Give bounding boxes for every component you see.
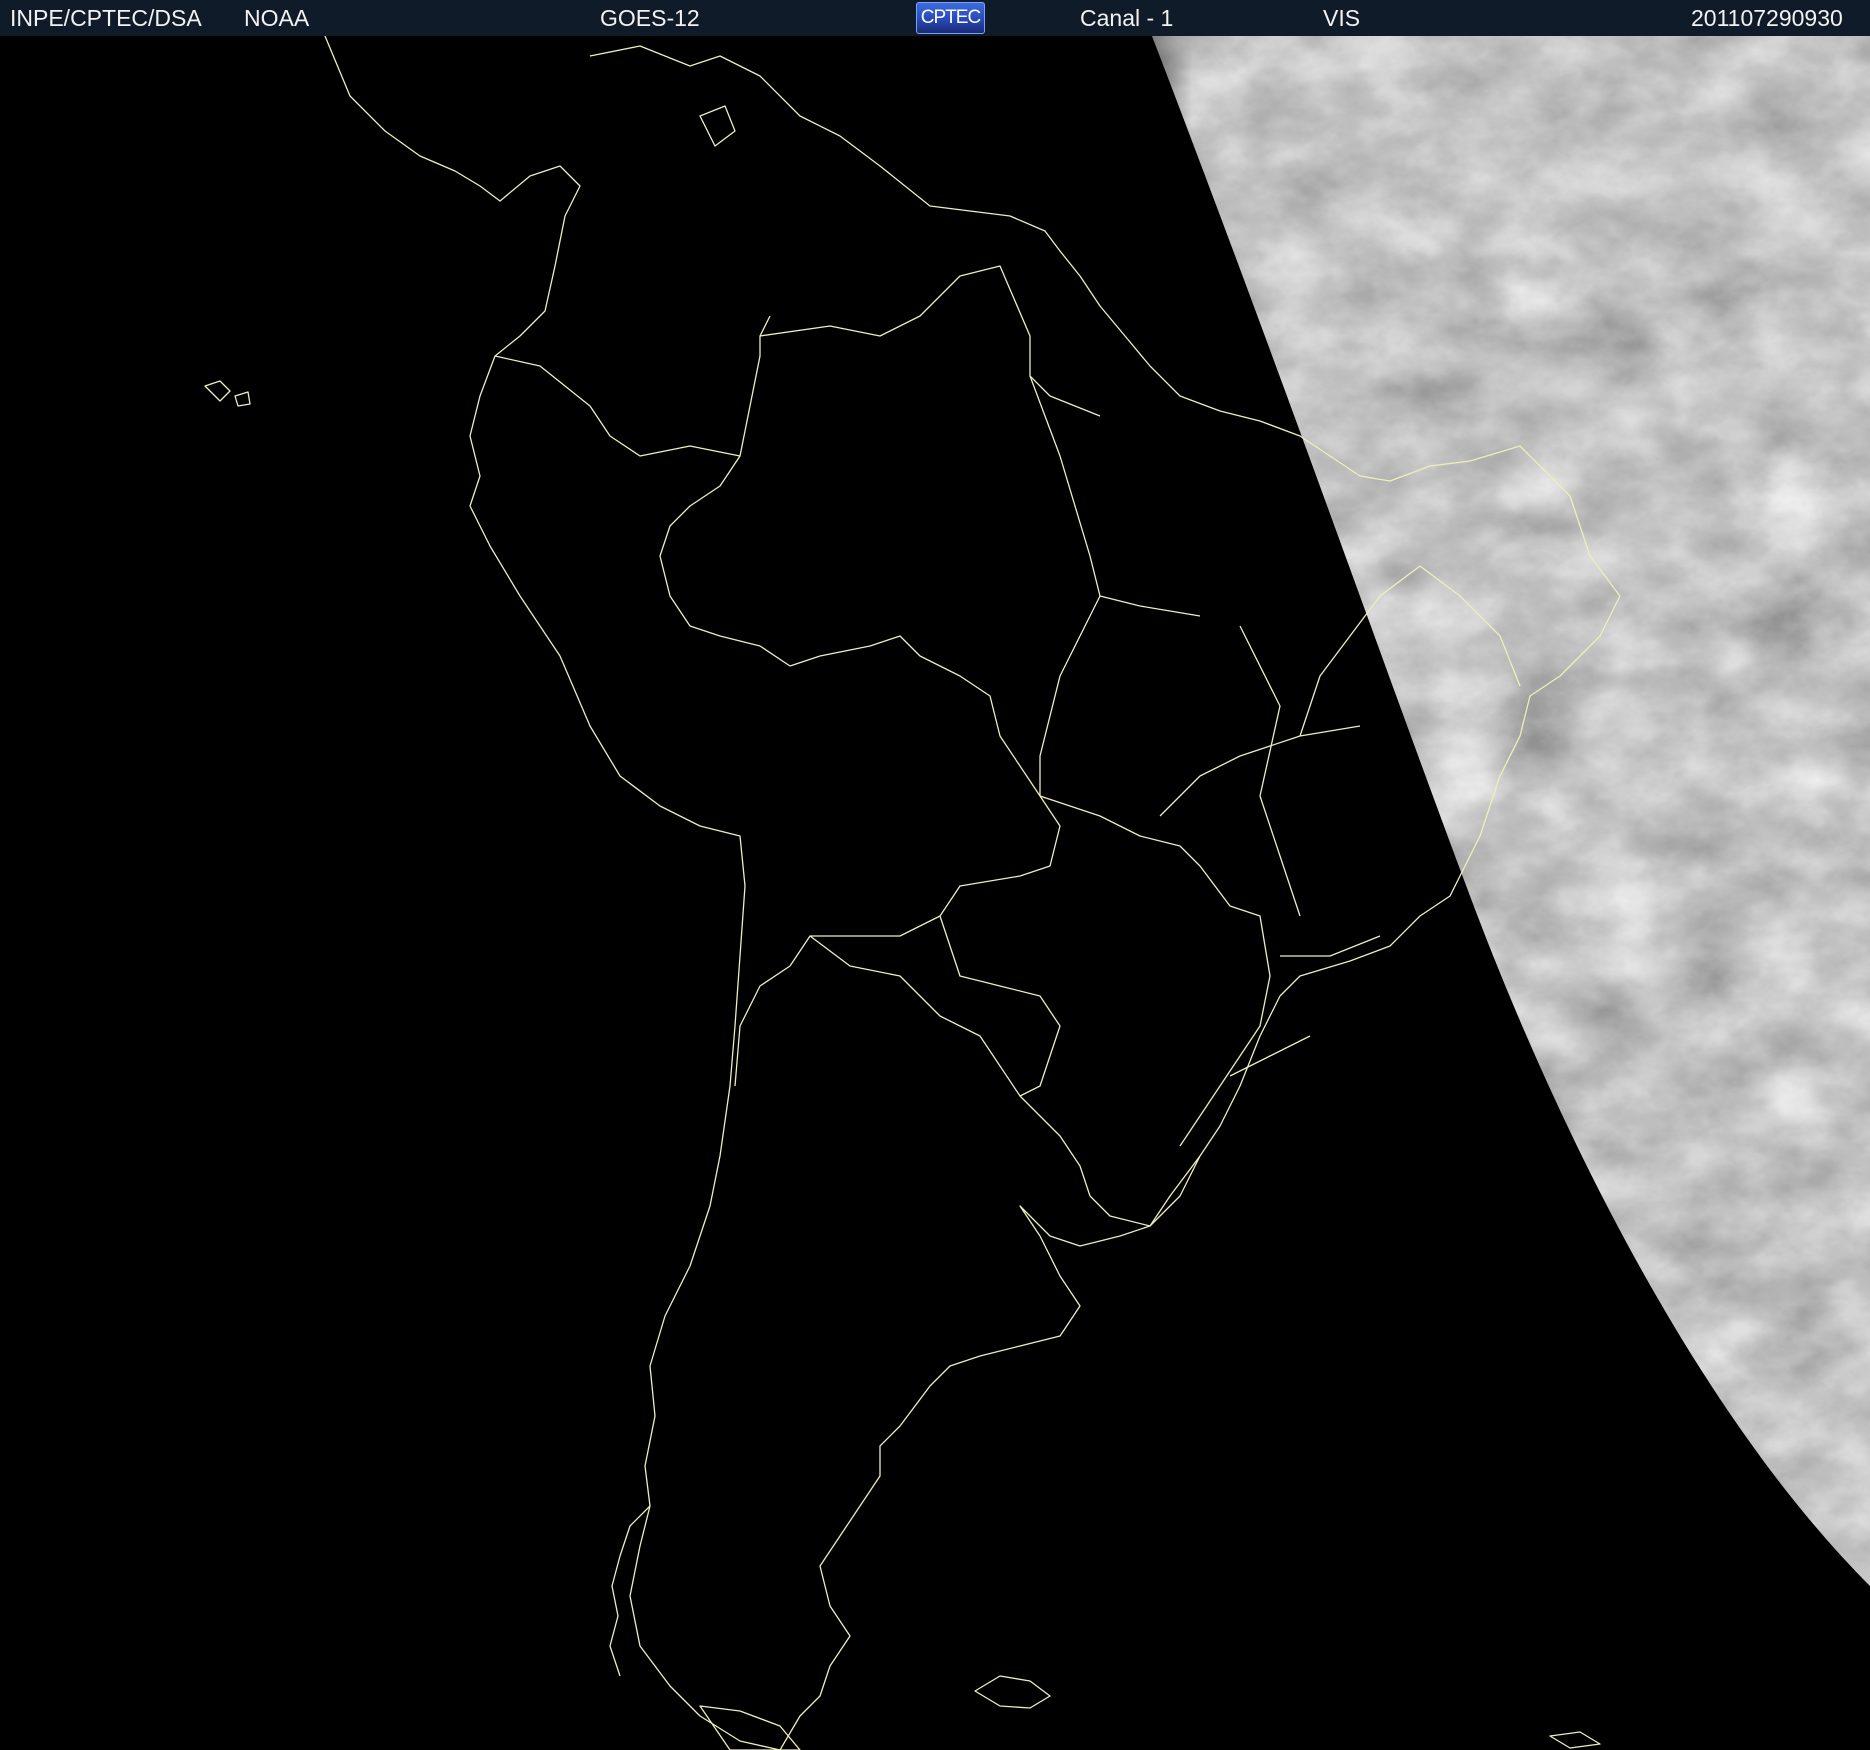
agency-label: INPE/CPTEC/DSA <box>10 5 202 31</box>
cptec-logo-text: CPTEC <box>920 7 981 28</box>
satellite-map <box>0 36 1870 1750</box>
operator-label: NOAA <box>244 5 310 31</box>
map-svg <box>0 36 1870 1750</box>
channel-label: Canal - 1 <box>1080 5 1174 31</box>
timestamp-label: 201107290930 <box>1691 5 1843 31</box>
satellite-label: GOES-12 <box>600 5 700 31</box>
band-label: VIS <box>1323 5 1361 31</box>
header-bar: INPE/CPTEC/DSA NOAA GOES-12 CPTEC Canal … <box>0 0 1870 36</box>
cptec-logo: CPTEC <box>916 2 985 34</box>
